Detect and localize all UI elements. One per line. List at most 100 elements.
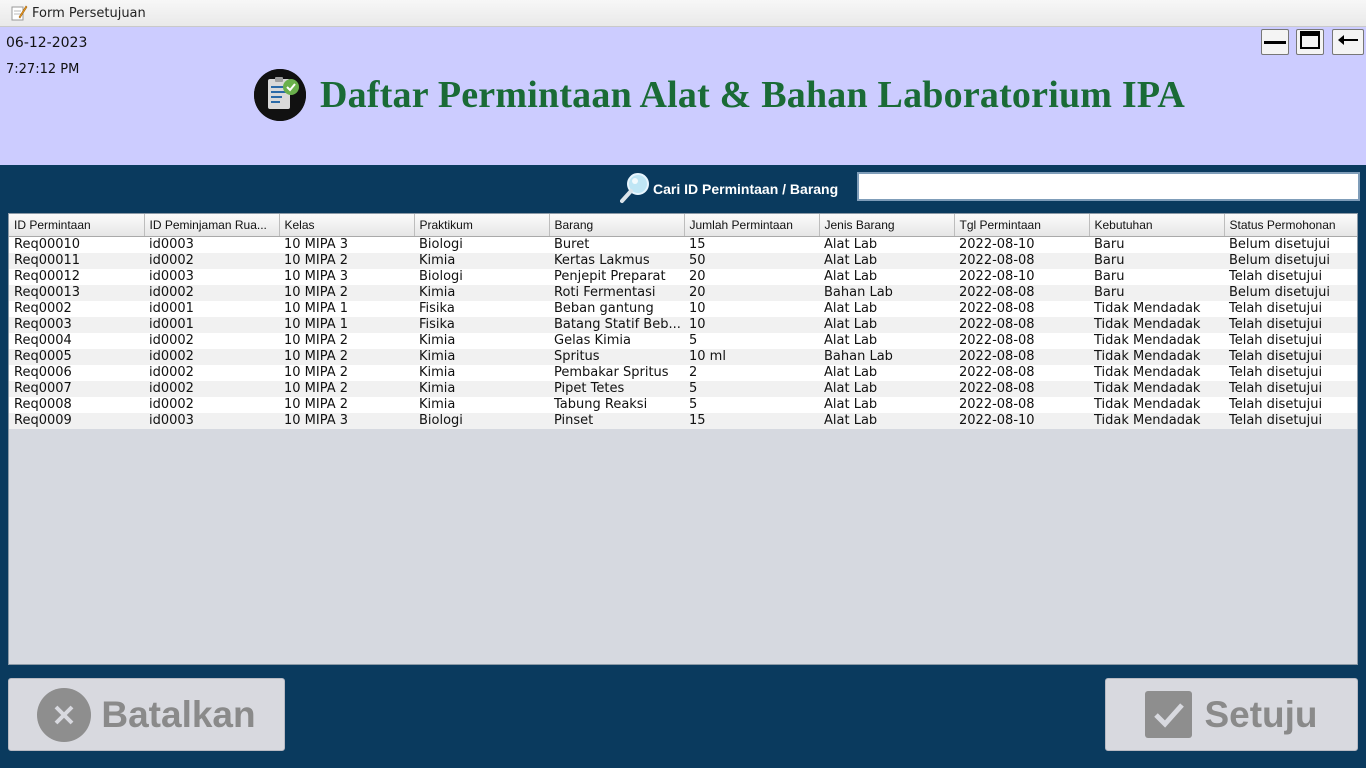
approve-button[interactable]: Setuju bbox=[1105, 678, 1358, 751]
table-cell: Alat Lab bbox=[819, 380, 954, 397]
table-cell: 10 MIPA 3 bbox=[279, 236, 414, 253]
table-row[interactable]: Req0005 id0002 10 MIPA 2 Kimia Spritus 10 ml B… bbox=[9, 348, 1357, 365]
table-cell: Kimia bbox=[414, 364, 549, 381]
table-cell: 10 bbox=[684, 300, 819, 317]
table-cell: 10 ml bbox=[684, 348, 819, 365]
search-input[interactable] bbox=[857, 172, 1360, 201]
table-cell: Kimia bbox=[414, 252, 549, 269]
table-cell: Tidak Mendadak bbox=[1089, 316, 1224, 333]
table-cell: 10 MIPA 3 bbox=[279, 412, 414, 429]
table-cell: Bahan Lab bbox=[819, 348, 954, 365]
table-cell: Alat Lab bbox=[819, 316, 954, 333]
column-header[interactable]: ID Peminjaman Rua... bbox=[144, 214, 280, 237]
table-cell: Tidak Mendadak bbox=[1089, 412, 1224, 429]
table-cell: Req0007 bbox=[9, 380, 144, 397]
table-cell: Bahan Lab bbox=[819, 284, 954, 301]
table-cell: id0002 bbox=[144, 284, 279, 301]
table-cell: 10 MIPA 2 bbox=[279, 348, 414, 365]
table-cell: Tidak Mendadak bbox=[1089, 348, 1224, 365]
table-cell: Telah disetujui bbox=[1224, 300, 1357, 317]
table-cell: 10 MIPA 2 bbox=[279, 332, 414, 349]
search-row: Cari ID Permintaan / Barang bbox=[0, 172, 1366, 204]
table-row[interactable]: Req0009 id0003 10 MIPA 3 Biologi Pinset 15 Ala… bbox=[9, 412, 1357, 429]
table-row[interactable]: Req00011 id0002 10 MIPA 2 Kimia Kertas Lakmu… bbox=[9, 252, 1357, 269]
column-header[interactable]: Barang bbox=[549, 214, 685, 237]
table-cell: Roti Fermentasi bbox=[549, 284, 684, 301]
back-button[interactable] bbox=[1332, 29, 1364, 55]
table-cell: Req0006 bbox=[9, 364, 144, 381]
table-cell: Pinset bbox=[549, 412, 684, 429]
table-cell: id0002 bbox=[144, 348, 279, 365]
table-cell: 10 MIPA 3 bbox=[279, 268, 414, 285]
maximize-button[interactable] bbox=[1296, 29, 1324, 55]
table-cell: 5 bbox=[684, 380, 819, 397]
table-header-row: ID Permintaan ID Peminjaman Rua... Kelas Pr… bbox=[9, 214, 1357, 237]
table-cell: 2022-08-08 bbox=[954, 332, 1089, 349]
back-arrow-icon bbox=[1337, 33, 1359, 51]
table-cell: Baru bbox=[1089, 268, 1224, 285]
table-cell: 2022-08-08 bbox=[954, 380, 1089, 397]
table-cell: 2022-08-08 bbox=[954, 348, 1089, 365]
table-row[interactable]: Req00010 id0003 10 MIPA 3 Biologi Buret 15 Ala… bbox=[9, 236, 1357, 253]
table-cell: 5 bbox=[684, 396, 819, 413]
table-cell: Telah disetujui bbox=[1224, 348, 1357, 365]
app-form-icon bbox=[10, 4, 28, 22]
table-cell: Req0008 bbox=[9, 396, 144, 413]
title-bar: Form Persetujuan bbox=[0, 0, 1366, 27]
table-cell: Fisika bbox=[414, 316, 549, 333]
current-time: 7:27:12 PM bbox=[6, 62, 80, 77]
table-cell: id0001 bbox=[144, 300, 279, 317]
request-table[interactable]: ID Permintaan ID Peminjaman Rua... Kelas Pr… bbox=[8, 213, 1358, 665]
table-row[interactable]: Req0006 id0002 10 MIPA 2 Kimia Pembakar Spri… bbox=[9, 364, 1357, 381]
table-row[interactable]: Req00013 id0002 10 MIPA 2 Kimia Roti Ferment… bbox=[9, 284, 1357, 301]
table-row[interactable]: Req00012 id0003 10 MIPA 3 Biologi Penjepit P… bbox=[9, 268, 1357, 285]
column-header[interactable]: ID Permintaan bbox=[9, 214, 145, 237]
table-row[interactable]: Req0003 id0001 10 MIPA 1 Fisika Batang Stati… bbox=[9, 316, 1357, 333]
table-cell: Alat Lab bbox=[819, 300, 954, 317]
column-header[interactable]: Jenis Barang bbox=[819, 214, 955, 237]
table-cell: 2022-08-10 bbox=[954, 412, 1089, 429]
cancel-button[interactable]: Batalkan bbox=[8, 678, 285, 751]
table-cell: id0002 bbox=[144, 332, 279, 349]
table-cell: Baru bbox=[1089, 236, 1224, 253]
table-cell: Alat Lab bbox=[819, 396, 954, 413]
table-cell: Tidak Mendadak bbox=[1089, 332, 1224, 349]
check-icon bbox=[1145, 691, 1193, 738]
table-cell: Spritus bbox=[549, 348, 684, 365]
table-cell: id0002 bbox=[144, 364, 279, 381]
table-cell: Kimia bbox=[414, 380, 549, 397]
page-title: Daftar Permintaan Alat & Bahan Laborator… bbox=[320, 74, 1186, 116]
table-cell: 10 MIPA 2 bbox=[279, 252, 414, 269]
table-cell: 15 bbox=[684, 412, 819, 429]
column-header[interactable]: Status Permohonan bbox=[1224, 214, 1357, 237]
table-cell: 2022-08-08 bbox=[954, 252, 1089, 269]
table-cell: id0003 bbox=[144, 412, 279, 429]
column-header[interactable]: Kelas bbox=[279, 214, 415, 237]
cancel-button-label: Batalkan bbox=[101, 693, 256, 735]
column-header[interactable]: Jumlah Permintaan bbox=[684, 214, 820, 237]
table-cell: 10 MIPA 2 bbox=[279, 364, 414, 381]
column-header[interactable]: Kebutuhan bbox=[1089, 214, 1225, 237]
table-cell: Telah disetujui bbox=[1224, 412, 1357, 429]
table-cell: Baru bbox=[1089, 252, 1224, 269]
column-header[interactable]: Praktikum bbox=[414, 214, 550, 237]
minimize-button[interactable] bbox=[1261, 29, 1289, 55]
table-cell: Penjepit Preparat bbox=[549, 268, 684, 285]
table-row[interactable]: Req0007 id0002 10 MIPA 2 Kimia Pipet Tetes 5 A… bbox=[9, 380, 1357, 397]
table-cell: 10 bbox=[684, 316, 819, 333]
table-cell: 10 MIPA 2 bbox=[279, 396, 414, 413]
table-body: Req00010 id0003 10 MIPA 3 Biologi Buret 15 Ala… bbox=[9, 236, 1357, 429]
table-cell: Batang Statif Beb... bbox=[549, 316, 684, 333]
table-cell: Req00011 bbox=[9, 252, 144, 269]
table-cell: Req0002 bbox=[9, 300, 144, 317]
table-cell: 20 bbox=[684, 268, 819, 285]
column-header[interactable]: Tgl Permintaan bbox=[954, 214, 1090, 237]
table-row[interactable]: Req0008 id0002 10 MIPA 2 Kimia Tabung Reaksi… bbox=[9, 396, 1357, 413]
table-cell: Alat Lab bbox=[819, 364, 954, 381]
table-cell: 5 bbox=[684, 332, 819, 349]
table-cell: Req0009 bbox=[9, 412, 144, 429]
table-cell: id0003 bbox=[144, 268, 279, 285]
table-row[interactable]: Req0004 id0002 10 MIPA 2 Kimia Gelas Kimia 5 A… bbox=[9, 332, 1357, 349]
table-cell: Buret bbox=[549, 236, 684, 253]
table-row[interactable]: Req0002 id0001 10 MIPA 1 Fisika Beban gantun… bbox=[9, 300, 1357, 317]
